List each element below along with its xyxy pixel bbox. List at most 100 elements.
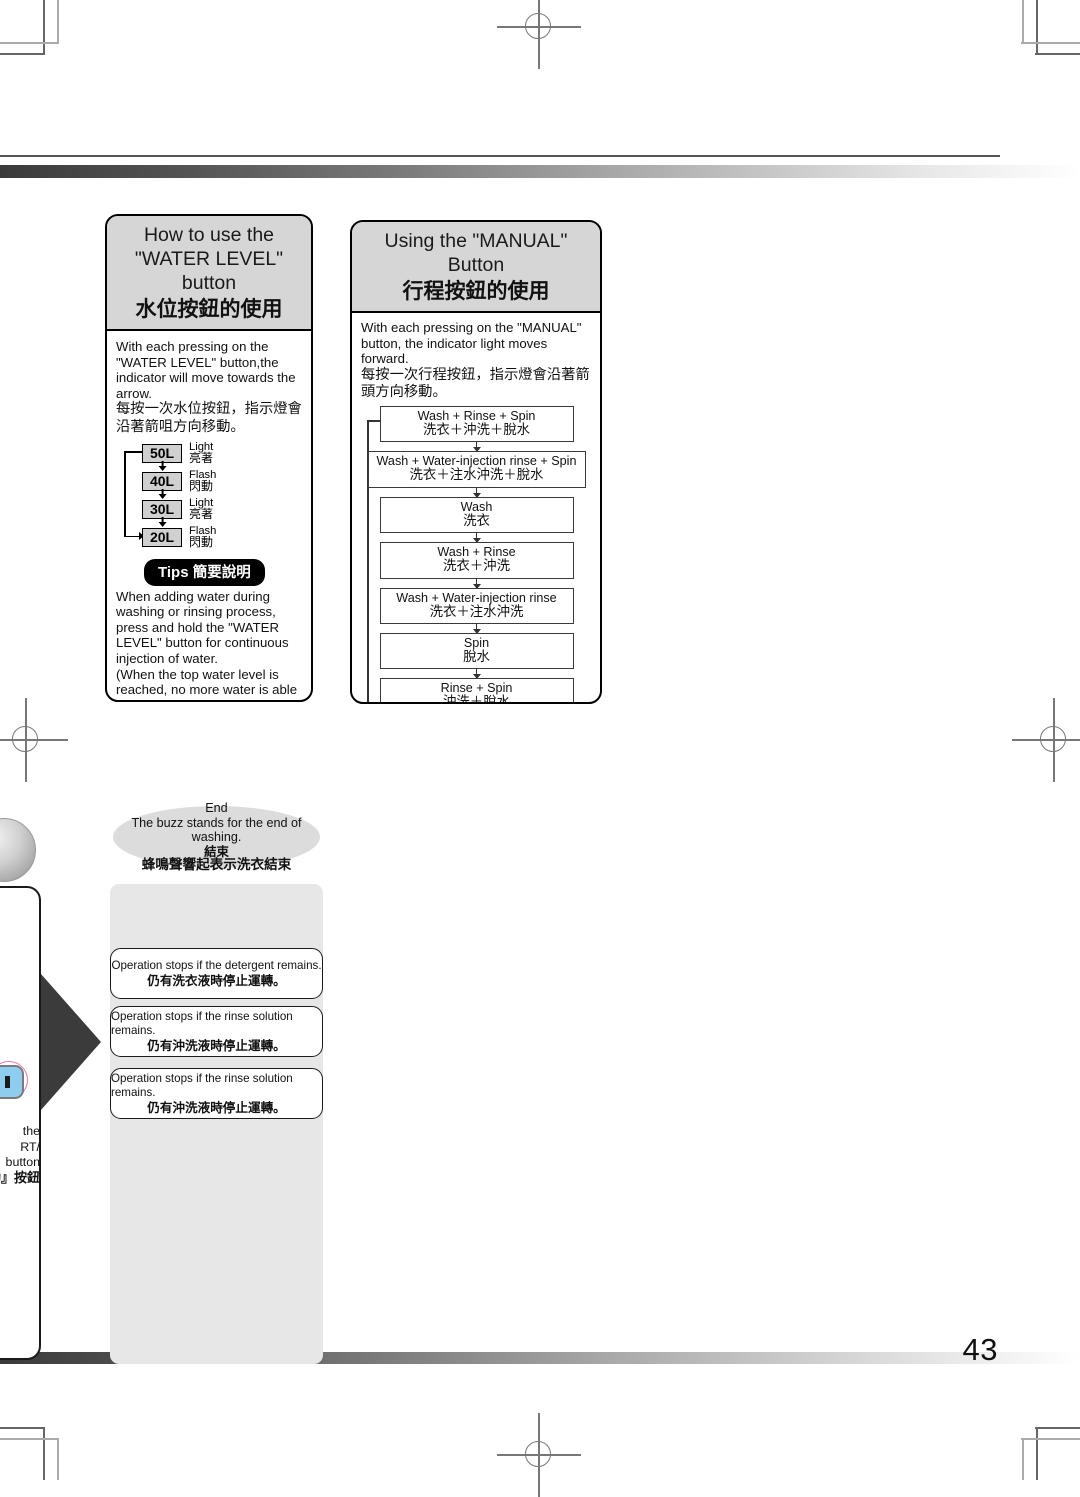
- crop-mark-tl-v2: [57, 0, 59, 42]
- crop-mark-tr-v2: [1022, 0, 1024, 42]
- clipped-caption-line-4: 動』按鈕: [0, 1170, 40, 1186]
- flowchart-box-3-zh: 洗衣: [463, 513, 490, 529]
- flowchart-box-4: Wash + Rinse 洗衣＋沖洗: [379, 542, 574, 579]
- water-level-body-en: With each pressing on the "WATER LEVEL" …: [116, 339, 296, 401]
- manual-panel-body: With each pressing on the "MANUAL" butto…: [352, 313, 600, 704]
- header-rule: [0, 155, 1000, 157]
- end-oval-en-2: The buzz stands for the end of washing.: [131, 815, 302, 845]
- crop-mark-tl-h2: [0, 42, 59, 44]
- flowchart-arrow-1: [361, 442, 592, 453]
- manual-title-en-2: Button: [447, 254, 505, 276]
- flowchart-box-2-en: Wash + Water-injection rinse + Spin: [376, 454, 577, 469]
- water-level-state-zh-50l: 亮著: [189, 451, 214, 466]
- crop-mark-bl-h2: [0, 1438, 59, 1440]
- crop-mark-tr-v: [1036, 0, 1038, 53]
- operation-note-2-zh: 仍有沖洗液時停止運轉。: [147, 1037, 286, 1053]
- ladder-loop-side: [124, 451, 126, 538]
- flowchart-box-5-zh: 洗衣＋注水沖洗: [429, 604, 524, 620]
- manual-title-en-1: Using the "MANUAL": [384, 230, 568, 252]
- ladder-loop-top: [124, 451, 143, 453]
- end-oval-en-1: End: [205, 801, 228, 816]
- end-oval-zh-2: 蜂鳴聲響起表示洗衣結束: [141, 856, 292, 873]
- pause-bar-right: [5, 1076, 10, 1088]
- flowchart-box-1: Wash + Rinse + Spin 洗衣＋沖洗＋脫水: [379, 405, 574, 443]
- flowchart-arrow-2: [361, 487, 592, 498]
- clipped-panel-caption: the RT/ button 動』按鈕: [0, 1124, 40, 1186]
- operation-note-1-en: Operation stops if the detergent remains…: [111, 959, 322, 973]
- ladder-arrow-40-to-50: [161, 460, 164, 470]
- flowchart-box-5-en: Wash + Water-injection rinse: [396, 590, 557, 605]
- operation-note-3-zh: 仍有沖洗液時停止運轉。: [147, 1099, 286, 1115]
- water-level-indicator-ladder: 50L Light 亮著 40L Flash 閃動 30L Light 亮著 2…: [116, 441, 303, 552]
- crop-mark-br-h: [1035, 1427, 1080, 1429]
- clipped-instruction-panel: [0, 886, 41, 1360]
- water-level-row-20l: 20L Flash 閃動: [142, 525, 216, 550]
- flowchart-box-6: Spin 脫水: [379, 633, 574, 670]
- end-of-washing-oval: End The buzz stands for the end of washi…: [113, 801, 320, 872]
- water-level-panel-body: With each pressing on the "WATER LEVEL" …: [107, 331, 311, 700]
- operation-note-2-en: Operation stops if the rinse solution re…: [111, 1010, 293, 1037]
- clipped-caption-line-2: RT/: [20, 1139, 40, 1154]
- flowchart-box-4-en: Wash + Rinse: [437, 545, 516, 560]
- water-level-body-zh: 每按一次水位按鈕，指示燈會沿著箭咀方向移動。: [116, 401, 302, 435]
- operation-note-1-zh: 仍有洗衣液時停止運轉。: [147, 972, 286, 988]
- operation-note-box-3: Operation stops if the rinse solution re…: [110, 1068, 323, 1119]
- crop-mark-tr-h2: [1021, 42, 1080, 44]
- flowchart-box-5: Wash + Water-injection rinse 洗衣＋注水沖洗: [379, 587, 574, 624]
- flowchart-box-1-en: Wash + Rinse + Spin: [417, 408, 536, 423]
- right-pointing-arrow: [41, 974, 101, 1110]
- tips-label-en: Tips: [158, 564, 189, 582]
- water-level-box-30l: 30L: [142, 499, 182, 519]
- crop-mark-tl-h: [0, 53, 45, 55]
- water-level-box-50l: 50L: [142, 443, 182, 463]
- manual-title-zh: 行程按鈕的使用: [402, 279, 550, 303]
- flowchart-box-2-zh: 洗衣＋注水沖洗＋脫水: [409, 468, 544, 484]
- water-level-title-zh: 水位按鈕的使用: [135, 297, 283, 321]
- crop-mark-tl-v: [43, 0, 45, 53]
- water-level-row-50l: 50L Light 亮著: [142, 441, 214, 466]
- tips-text-en: When adding water during washing or rins…: [116, 588, 298, 700]
- crop-mark-br-h2: [1021, 1438, 1080, 1440]
- flowchart-box-3-en: Wash: [460, 499, 493, 514]
- water-level-state-zh-30l: 亮著: [189, 507, 214, 522]
- operation-note-box-2: Operation stops if the rinse solution re…: [110, 1006, 323, 1057]
- flowchart-box-1-zh: 洗衣＋沖洗＋脫水: [422, 422, 531, 438]
- manual-panel-header: Using the "MANUAL" Button 行程按鈕的使用: [352, 222, 600, 313]
- water-level-box-20l: 20L: [142, 527, 182, 547]
- flowchart-arrow-4: [361, 578, 592, 589]
- tips-badge: Tips 簡要說明: [144, 558, 265, 586]
- flowchart-box-7-en: Rinse + Spin: [440, 681, 513, 696]
- start-pause-button-icon[interactable]: [0, 1065, 24, 1099]
- crop-mark-bl-h: [0, 1427, 45, 1429]
- flowchart-arrow-5: [361, 624, 592, 634]
- flowchart-arrow-3: [361, 533, 592, 544]
- water-level-box-40l: 40L: [142, 471, 182, 491]
- manual-body-zh: 每按一次行程按鈕，指示燈會沿著箭頭方向移動。: [361, 366, 590, 401]
- flowchart-arrow-6: [361, 669, 592, 680]
- flowchart-box-3: Wash 洗衣: [379, 496, 574, 534]
- flowchart-box-2: Wash + Water-injection rinse + Spin 洗衣＋注…: [367, 451, 586, 488]
- water-level-panel: How to use the "WATER LEVEL" button 水位按鈕…: [105, 214, 313, 702]
- water-level-panel-header: How to use the "WATER LEVEL" button 水位按鈕…: [107, 216, 311, 331]
- gray-dial-circle: [0, 818, 36, 882]
- water-level-state-zh-20l: 閃動: [189, 535, 214, 550]
- crop-mark-bl-v2: [57, 1438, 59, 1480]
- flowchart-box-6-en: Spin: [463, 636, 490, 650]
- ladder-arrow-30-to-40: [161, 488, 164, 498]
- manual-cycle-flowchart: Wash + Rinse + Spin 洗衣＋沖洗＋脫水 Wash + Wate…: [361, 405, 592, 704]
- clipped-caption-line-3: button: [5, 1155, 40, 1170]
- flowchart-box-7: Rinse + Spin 沖洗＋脫水: [379, 678, 574, 704]
- crop-mark-tr-h: [1035, 53, 1080, 55]
- manual-button-panel: Using the "MANUAL" Button 行程按鈕的使用 With e…: [350, 220, 602, 704]
- water-level-title-en-1: How to use the: [143, 224, 275, 246]
- water-level-row-30l: 30L Light 亮著: [142, 497, 214, 522]
- water-level-row-40l: 40L Flash 閃動: [142, 469, 216, 493]
- ladder-loop-bottom-arrow: [124, 532, 144, 540]
- crop-mark-bl-v: [43, 1427, 45, 1480]
- operation-note-box-1: Operation stops if the detergent remains…: [110, 948, 323, 999]
- flowchart-box-7-zh: 沖洗＋脫水: [443, 695, 510, 704]
- page-number: 43: [962, 1332, 998, 1367]
- end-oval-zh-1: 結束: [204, 843, 229, 859]
- ladder-arrow-20-to-30: [161, 516, 164, 526]
- clipped-caption-line-1: the: [22, 1124, 40, 1138]
